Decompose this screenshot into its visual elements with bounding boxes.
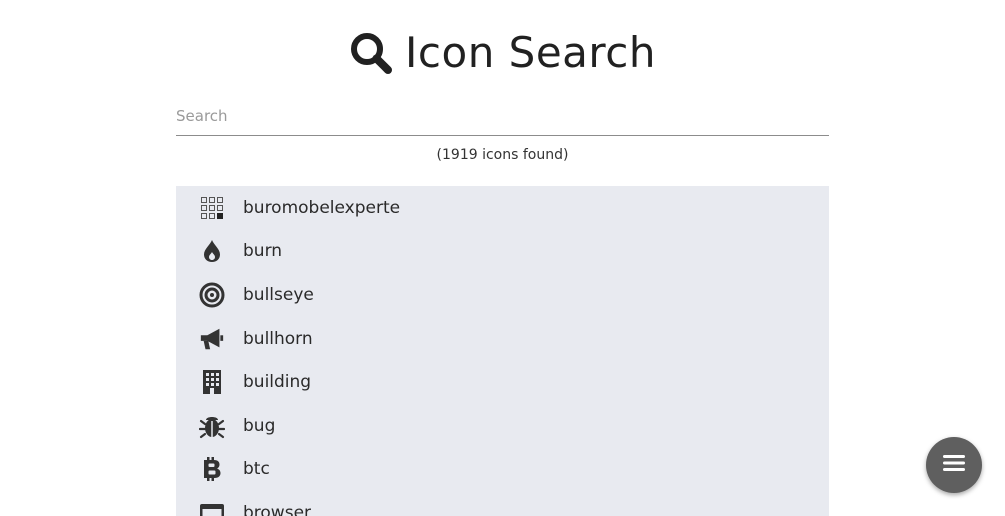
btc-icon [199, 456, 225, 482]
page-title: Icon Search [405, 28, 656, 77]
search-icon [349, 31, 393, 75]
results-count: (1919 icons found) [436, 147, 569, 163]
menu-button[interactable] [926, 437, 982, 493]
menu-icon [942, 453, 966, 477]
bullhorn-icon [199, 326, 225, 352]
list-item[interactable]: browser [176, 491, 829, 516]
search-field[interactable] [176, 96, 829, 136]
list-item[interactable]: building [176, 360, 829, 404]
page-header: Icon Search [0, 28, 1005, 77]
list-item-label: btc [243, 459, 270, 480]
list-item-label: burn [243, 241, 283, 262]
bullseye-icon [199, 282, 225, 308]
browser-icon [199, 500, 225, 516]
list-item[interactable]: bullhorn [176, 317, 829, 361]
list-item[interactable]: burn [176, 230, 829, 274]
list-item-label: bullseye [243, 284, 314, 305]
burn-icon [199, 238, 225, 264]
list-item-label: bullhorn [243, 328, 313, 349]
list-item-label: buromobelexperte [243, 197, 401, 218]
bug-icon [199, 413, 225, 439]
list-item-label: building [243, 372, 312, 393]
list-item-label: bug [243, 415, 276, 436]
list-item[interactable]: bullseye [176, 273, 829, 317]
list-item[interactable]: bug [176, 404, 829, 448]
list-item[interactable]: buromobelexperte [176, 186, 829, 230]
list-item-label: browser [243, 502, 312, 516]
icon-search-page: Icon Search (1919 icons found) buromobel… [0, 0, 1005, 516]
buromobelexperte-icon [199, 195, 225, 221]
icon-results-list[interactable]: buromobelexperte burn bullseye bullhorn … [176, 186, 829, 516]
search-input[interactable] [176, 96, 829, 135]
list-item[interactable]: btc [176, 448, 829, 492]
building-icon [199, 369, 225, 395]
